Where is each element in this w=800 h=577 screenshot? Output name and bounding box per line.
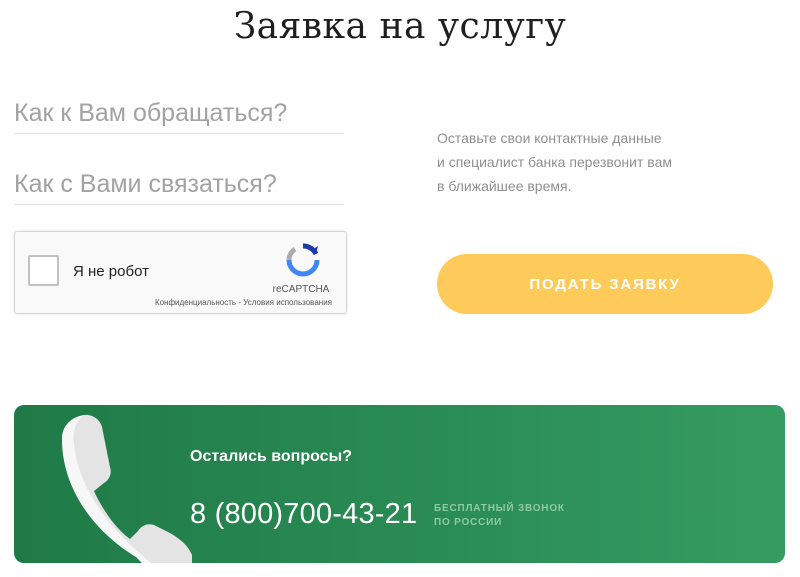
free-call-note-line: ПО РОССИИ bbox=[434, 517, 503, 528]
privacy-link[interactable]: Конфиденциальность bbox=[155, 298, 236, 307]
submit-button[interactable]: ПОДАТЬ ЗАЯВКУ bbox=[437, 254, 773, 314]
hint-line: в ближайшее время. bbox=[437, 178, 572, 194]
phone-number-link[interactable]: 8 (800)700-43-21 bbox=[190, 498, 417, 531]
hint-line: и специалист банка перезвонит вам bbox=[437, 154, 672, 170]
name-input[interactable] bbox=[14, 94, 344, 134]
free-call-note: БЕСПЛАТНЫЙ ЗВОНОК ПО РОССИИ bbox=[434, 502, 565, 530]
hint-line: Оставьте свои контактные данные bbox=[437, 130, 662, 146]
page-title: Заявка на услугу bbox=[233, 6, 567, 47]
contact-banner: Остались вопросы? 8 (800)700-43-21 БЕСПЛ… bbox=[14, 405, 785, 563]
banner-question: Остались вопросы? bbox=[190, 448, 352, 465]
phone-handset-icon bbox=[62, 414, 192, 563]
recaptcha-widget: Я не робот reCAPTCHA Конфиденциальность … bbox=[14, 231, 347, 314]
recaptcha-brand: reCAPTCHA bbox=[272, 284, 330, 295]
recaptcha-logo-icon bbox=[286, 243, 320, 277]
free-call-note-line: БЕСПЛАТНЫЙ ЗВОНОК bbox=[434, 503, 565, 514]
form-hint: Оставьте свои контактные данные и специа… bbox=[437, 126, 737, 198]
recaptcha-label: Я не робот bbox=[73, 263, 149, 280]
recaptcha-links: Конфиденциальность - Условия использован… bbox=[155, 298, 332, 307]
terms-link[interactable]: Условия использования bbox=[243, 298, 332, 307]
contact-input[interactable] bbox=[14, 165, 344, 205]
recaptcha-checkbox[interactable] bbox=[28, 255, 59, 286]
